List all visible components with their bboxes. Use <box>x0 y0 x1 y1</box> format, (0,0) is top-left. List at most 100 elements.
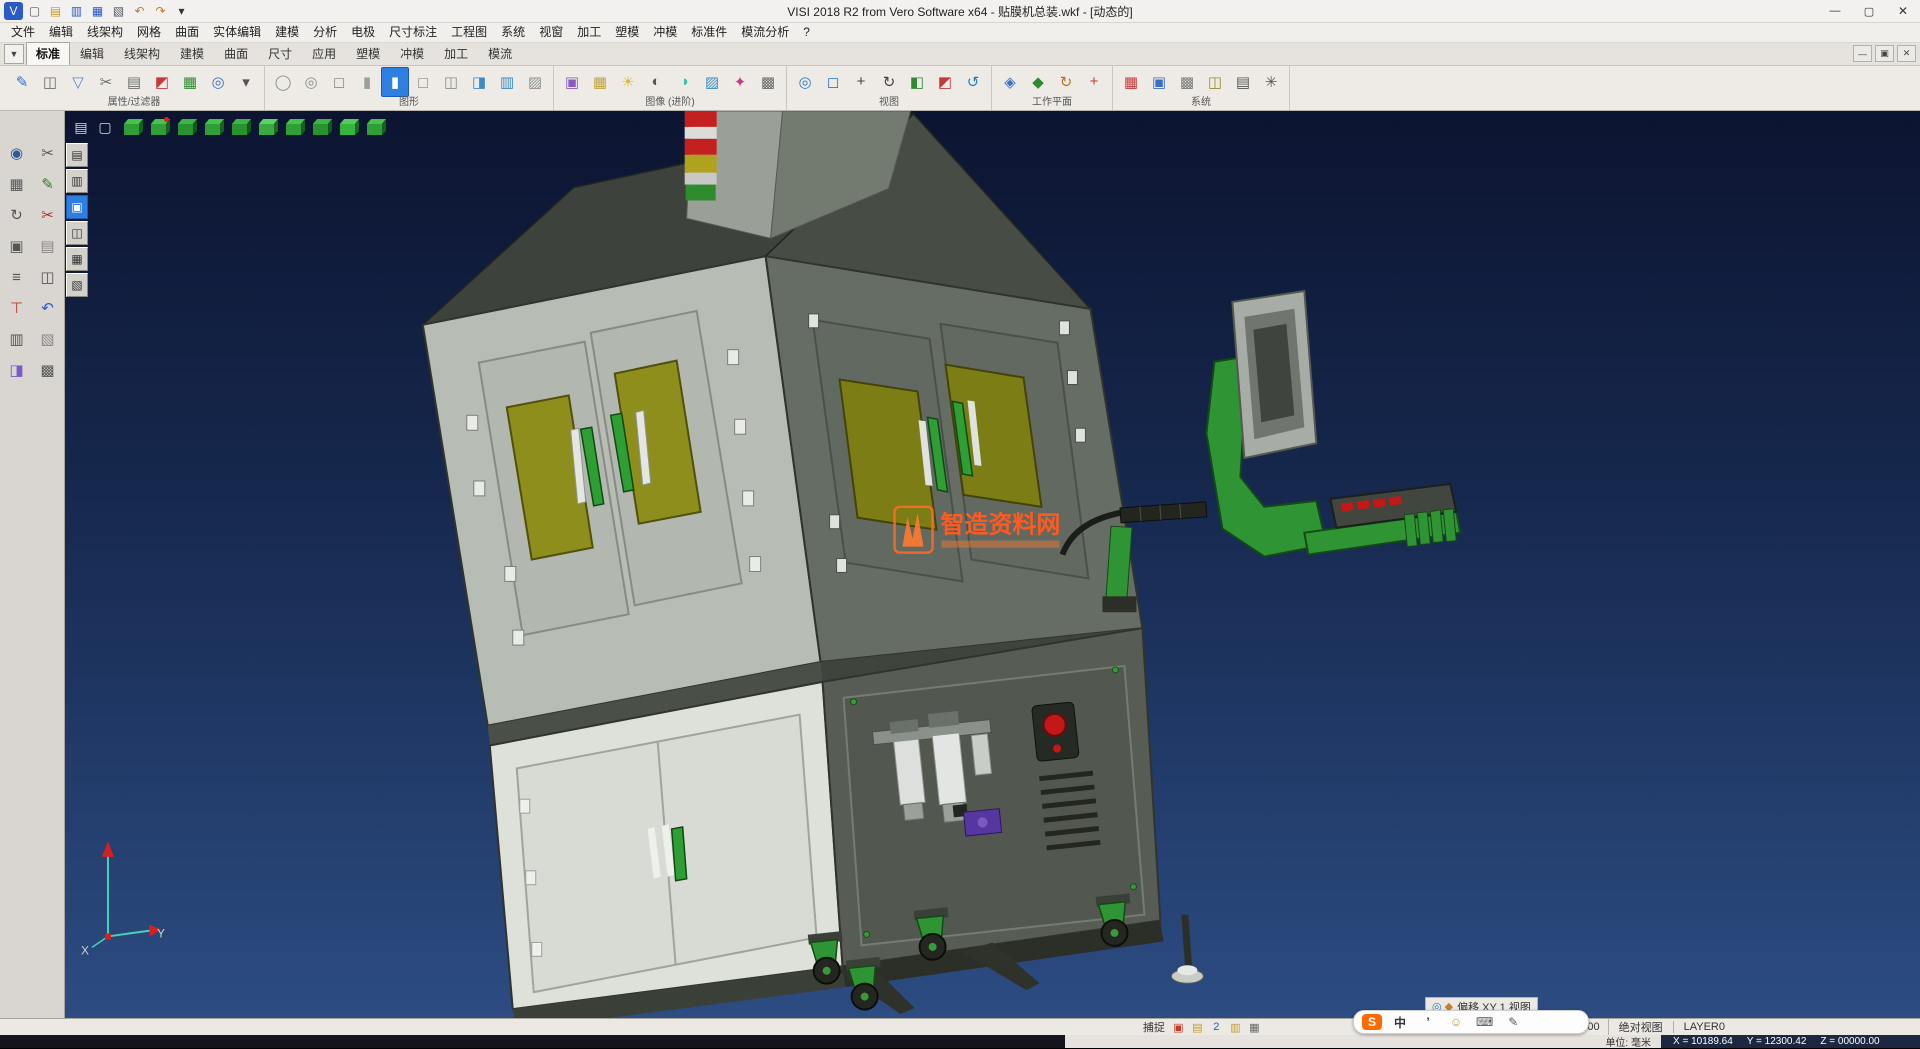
menu-item[interactable]: 分析 <box>306 23 344 42</box>
doc-restore-button[interactable]: ▣ <box>1875 45 1894 62</box>
ime-toolbar[interactable]: S中’☺⌨✎ <box>1353 1010 1589 1034</box>
ime-logo[interactable]: S <box>1362 1014 1382 1030</box>
mixed-view-button[interactable]: ◫ <box>437 67 465 97</box>
zoom-tool[interactable]: ◉ <box>3 139 31 167</box>
menu-item[interactable]: 网格 <box>130 23 168 42</box>
view-rotate-cube-button[interactable] <box>362 116 387 138</box>
menu-item[interactable]: ? <box>796 23 817 42</box>
menu-item[interactable]: 加工 <box>570 23 608 42</box>
sketch-tool[interactable]: ✎ <box>34 170 62 198</box>
tab-standard[interactable]: 标准 <box>26 42 70 65</box>
delete-tool[interactable]: ✂ <box>34 139 62 167</box>
tab-flow[interactable]: 模流 <box>478 42 522 65</box>
view-preset-back-button[interactable]: ▦ <box>66 247 88 271</box>
menu-item[interactable]: 曲面 <box>168 23 206 42</box>
undo-button[interactable]: ↶ <box>130 2 149 20</box>
element-filter-button[interactable]: ▽ <box>64 67 92 97</box>
ime-lang-mode[interactable]: 中 <box>1390 1014 1410 1030</box>
tab-modeling[interactable]: 建模 <box>170 42 214 65</box>
transparent-view-button[interactable]: ◻ <box>409 67 437 97</box>
visi-logo[interactable]: V <box>4 2 23 20</box>
maximize-button[interactable]: ▢ <box>1852 0 1886 22</box>
render-options-button[interactable]: ▩ <box>754 67 782 97</box>
menu-item[interactable]: 系统 <box>494 23 532 42</box>
view-mode-indicator[interactable]: 绝对视图 <box>1608 1019 1673 1035</box>
status-pair-icon[interactable]: 2 <box>1209 1021 1224 1033</box>
view-axon-button[interactable] <box>308 116 333 138</box>
grid-settings-button[interactable]: ▩ <box>1173 67 1201 97</box>
hidden-line-view-button[interactable]: ◎ <box>297 67 325 97</box>
clipboard-tool[interactable]: ▩ <box>34 356 62 384</box>
section-view-button[interactable]: ◨ <box>465 67 493 97</box>
ime-punctuation[interactable]: ’ <box>1418 1014 1438 1030</box>
rotate-view-button[interactable]: ↻ <box>875 67 903 97</box>
workplane-rotate-button[interactable]: ↻ <box>1052 67 1080 97</box>
doc-close-button[interactable]: ✕ <box>1897 45 1916 62</box>
redo-button[interactable]: ↷ <box>151 2 170 20</box>
list-tool[interactable]: ≡ <box>3 263 31 291</box>
print-button[interactable]: ▧ <box>109 2 128 20</box>
pan-view-button[interactable]: + <box>847 67 875 97</box>
menu-item[interactable]: 模流分析 <box>734 23 796 42</box>
tab-dimension[interactable]: 尺寸 <box>258 42 302 65</box>
close-button[interactable]: ✕ <box>1886 0 1920 22</box>
view-preset-bottom-button[interactable]: ▧ <box>66 273 88 297</box>
status-flag-icon[interactable]: ▣ <box>1171 1021 1186 1034</box>
workplane-origin-button[interactable]: + <box>1080 67 1108 97</box>
doc-minimize-button[interactable]: — <box>1853 45 1872 62</box>
ime-emoji-icon[interactable]: ☺ <box>1446 1014 1466 1030</box>
active-layer-indicator[interactable]: LAYER0 <box>1673 1021 1735 1033</box>
tab-wireframe[interactable]: 线架构 <box>114 42 170 65</box>
database-button[interactable]: ▤ <box>1229 67 1257 97</box>
status-print-icon[interactable]: ▦ <box>1247 1021 1262 1034</box>
menu-item[interactable]: 塑模 <box>608 23 646 42</box>
wireframe-view-button[interactable]: ◯ <box>269 67 297 97</box>
view-top-button[interactable] <box>254 116 279 138</box>
tab-surface[interactable]: 曲面 <box>214 42 258 65</box>
rotate-tool[interactable]: ↻ <box>3 201 31 229</box>
menu-item[interactable]: 线架构 <box>80 23 130 42</box>
tab-mould[interactable]: 塑模 <box>346 42 390 65</box>
attributes-match-button[interactable]: ◫ <box>36 67 64 97</box>
viewport-plane-button[interactable]: ▢ <box>93 116 117 138</box>
menu-item[interactable]: 电极 <box>344 23 382 42</box>
texture-tool[interactable]: ▧ <box>34 325 62 353</box>
menu-item[interactable]: 实体编辑 <box>206 23 268 42</box>
type-filter-button[interactable]: ▦ <box>176 67 204 97</box>
materials-button[interactable]: ▣ <box>558 67 586 97</box>
menu-item[interactable]: 文件 <box>4 23 42 42</box>
flat-shaded-view-button[interactable]: ▮ <box>353 67 381 97</box>
quick-select-button[interactable]: ◎ <box>204 67 232 97</box>
undo-history-tool[interactable]: ↶ <box>34 294 62 322</box>
environment-button[interactable]: ✦ <box>726 67 754 97</box>
solid-tool[interactable]: ▣ <box>3 232 31 260</box>
measure-tool[interactable]: ▥ <box>3 325 31 353</box>
ime-keyboard-icon[interactable]: ⌨ <box>1474 1014 1495 1030</box>
view-iso-button[interactable] <box>119 116 144 138</box>
view-front-button[interactable] <box>146 116 171 138</box>
material-tool[interactable]: ◨ <box>3 356 31 384</box>
view-bottom-button[interactable] <box>281 116 306 138</box>
workplane-face-button[interactable]: ◆ <box>1024 67 1052 97</box>
tab-application[interactable]: 应用 <box>302 42 346 65</box>
taskbar-strip[interactable] <box>0 1035 1065 1048</box>
layer-filter-button[interactable]: ▤ <box>120 67 148 97</box>
color-filter-button[interactable]: ◩ <box>148 67 176 97</box>
save-button[interactable]: ▥ <box>67 2 86 20</box>
zoom-window-button[interactable]: ◻ <box>819 67 847 97</box>
isometric-view-button[interactable]: ◩ <box>931 67 959 97</box>
notes-tool[interactable]: ▤ <box>34 232 62 260</box>
background-button[interactable]: ▨ <box>698 67 726 97</box>
viewport-3d[interactable]: 智造资料网 X Y ▤▢ <box>65 111 1920 1018</box>
menu-item[interactable]: 冲模 <box>646 23 684 42</box>
shaded-view-button[interactable]: ▮ <box>381 67 409 97</box>
redraw-button[interactable]: ↺ <box>959 67 987 97</box>
tab-edit[interactable]: 编辑 <box>70 42 114 65</box>
view-right-button[interactable] <box>227 116 252 138</box>
trim-tool[interactable]: ✂ <box>34 201 62 229</box>
viewport-layers-button[interactable]: ▤ <box>69 116 93 138</box>
menu-item[interactable]: 工程图 <box>444 23 494 42</box>
qat-customize-button[interactable]: ▾ <box>172 2 191 20</box>
tab-machining[interactable]: 加工 <box>434 42 478 65</box>
status-folder-icon[interactable]: ▥ <box>1228 1021 1243 1034</box>
